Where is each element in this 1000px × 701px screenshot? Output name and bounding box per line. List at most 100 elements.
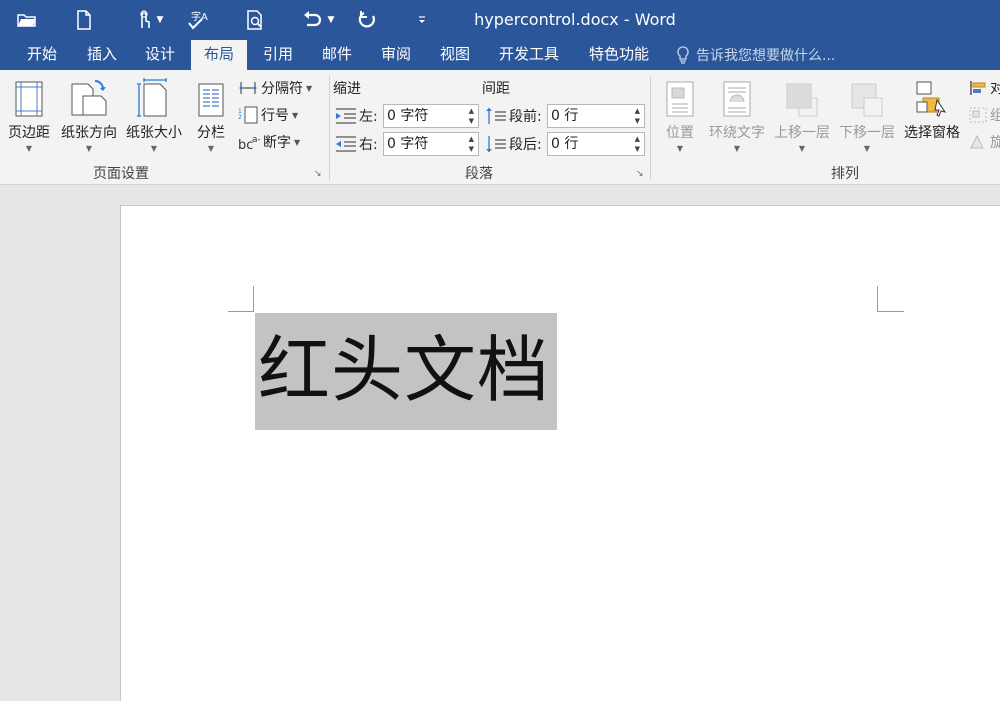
position-button[interactable]: 位置 ▼ [660,76,700,153]
line-numbers-icon: 12 [238,106,258,124]
orientation-label: 纸张方向 [61,125,117,141]
crop-mark [253,286,254,311]
crop-mark [228,311,254,312]
tab-references[interactable]: 引用 [252,40,304,70]
indent-left-input[interactable]: 0 字符 ▲ ▼ [383,104,479,128]
breaks-icon [239,82,257,94]
size-button[interactable]: 纸张大小 ▼ [123,76,185,153]
margins-icon [2,76,56,118]
spacing-before-input[interactable]: 0 行 ▲ ▼ [547,104,645,128]
chevron-down-icon: ▼ [294,137,301,147]
paragraph-launcher-icon[interactable]: ↘ [636,169,644,179]
spacing-before-label: 段前: [509,109,542,125]
orientation-button[interactable]: 纸张方向 ▼ [58,76,120,153]
tab-review[interactable]: 审阅 [370,40,422,70]
heading-text: 红头文档 [258,328,551,412]
chevron-down-icon: ▼ [306,83,313,93]
bring-forward-label: 上移一层 [774,125,830,141]
columns-icon [192,76,230,118]
wrap-text-button[interactable]: 环绕文字 ▼ [705,76,769,153]
breaks-button[interactable]: 分隔符 ▼ [238,78,312,98]
spacing-before-value: 0 行 [551,108,579,124]
tab-home[interactable]: 开始 [16,40,68,70]
chevron-down-icon: ▼ [292,110,299,120]
spacing-after-input[interactable]: 0 行 ▲ ▼ [547,132,645,156]
tab-insert[interactable]: 插入 [76,40,128,70]
document-page[interactable]: 红头文档 [120,205,1000,701]
group-divider [650,76,651,180]
margins-button[interactable]: 页边距 ▼ [2,76,56,153]
indent-left-label: 左: [359,109,378,125]
spacing-after-label-group: 段后: [485,134,542,154]
chevron-down-icon: ▼ [733,144,741,153]
group-objects-label: 组 [990,108,1000,124]
bring-forward-button[interactable]: 上移一层 ▼ [771,76,833,153]
paragraph-group-label: 段落 [465,166,493,182]
line-numbers-label: 行号 [261,108,289,124]
tab-view[interactable]: 视图 [429,40,481,70]
indent-right-input[interactable]: 0 字符 ▲ ▼ [383,132,479,156]
crop-mark [877,286,878,311]
position-label: 位置 [666,125,694,141]
spinner-arrows-icon[interactable]: ▲ ▼ [469,106,474,126]
margins-label: 页边距 [8,125,50,141]
position-icon [660,76,700,118]
rotate-label: 旋 [990,135,1000,151]
tab-special-features[interactable]: 特色功能 [582,40,656,70]
rotate-icon [970,134,984,149]
spacing-before-label-group: 段前: [485,106,542,126]
tell-me-box[interactable]: 告诉我您想要做什么... [676,40,835,70]
chevron-down-icon: ▼ [863,144,871,153]
chevron-down-icon: ▼ [798,144,806,153]
hyphenation-label: 断字 [263,135,291,151]
page-setup-launcher-icon[interactable]: ↘ [314,169,322,179]
window-title: hypercontrol.docx - Word [474,10,676,29]
spacing-before-icon [486,108,506,124]
indent-left-label-group: 左: [335,106,378,126]
chevron-down-icon: ▼ [150,144,158,153]
tab-developer[interactable]: 开发工具 [492,40,566,70]
spacing-after-icon [486,136,506,152]
chevron-down-icon: ▼ [207,144,215,153]
send-backward-icon [836,76,898,118]
chevron-down-icon: ▼ [85,144,93,153]
document-workspace: 红头文档 [0,185,1000,701]
spinner-arrows-icon[interactable]: ▲ ▼ [635,106,640,126]
wrap-text-icon [705,76,769,118]
ribbon: 页边距 ▼ 纸张方向 ▼ 纸张大小 ▼ 分栏 ▼ 分隔符 ▼ 12 行号 ▼ b… [0,70,1000,185]
svg-text:a-: a- [252,135,260,145]
breaks-label: 分隔符 [261,81,303,97]
tab-mailings[interactable]: 邮件 [311,40,363,70]
chevron-down-icon: ▼ [25,144,33,153]
ribbon-tab-bar: 开始 插入 设计 布局 引用 邮件 审阅 视图 开发工具 特色功能 告诉我您想要… [0,40,1000,70]
send-backward-button[interactable]: 下移一层 ▼ [836,76,898,153]
rotate-button[interactable]: 旋 [969,132,1000,152]
align-icon [970,81,986,95]
hyphenation-button[interactable]: bc a- 断字 ▼ [238,132,300,152]
line-numbers-button[interactable]: 12 行号 ▼ [238,105,298,125]
align-button[interactable]: 对 [969,78,1000,98]
spinner-arrows-icon[interactable]: ▲ ▼ [469,134,474,154]
indent-header: 缩进 [333,81,361,97]
selection-pane-label: 选择窗格 [904,125,960,141]
indent-right-label: 右: [359,137,378,153]
wrap-text-label: 环绕文字 [709,125,765,141]
group-objects-button[interactable]: 组 [969,105,1000,125]
tell-me-placeholder: 告诉我您想要做什么... [696,48,836,64]
tab-design[interactable]: 设计 [134,40,186,70]
arrange-group-label: 排列 [831,166,859,182]
indent-left-icon [336,108,356,124]
align-label: 对 [990,81,1000,97]
selection-pane-button[interactable]: 选择窗格 [900,76,964,142]
indent-right-icon [336,136,356,152]
hyphenation-icon: bca- [238,135,260,151]
spinner-arrows-icon[interactable]: ▲ ▼ [635,134,640,154]
tab-layout[interactable]: 布局 [191,40,247,70]
group-objects-icon [969,107,987,123]
page-size-icon [123,76,185,118]
selected-heading-text[interactable]: 红头文档 [255,313,557,430]
columns-button[interactable]: 分栏 ▼ [192,76,230,153]
page-setup-group-label: 页面设置 [93,166,149,182]
group-divider [329,76,330,180]
chevron-down-icon: ▼ [676,144,684,153]
